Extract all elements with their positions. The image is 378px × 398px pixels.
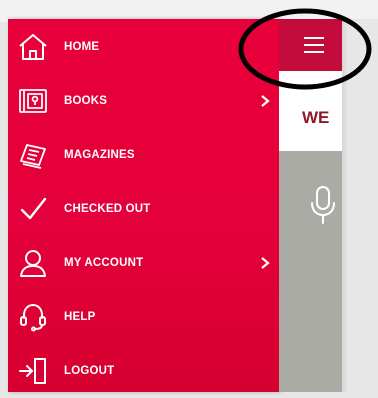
sidebar-item-checked-out[interactable]: CHECKED OUT <box>8 182 279 236</box>
sidebar-item-help[interactable]: HELP <box>8 290 279 344</box>
content-edge-shadow <box>342 19 348 392</box>
sidebar-item-label: MY ACCOUNT <box>64 257 144 269</box>
checkmark-icon <box>16 192 50 226</box>
sidebar-item-logout[interactable]: LOGOUT <box>8 344 279 398</box>
sidebar-item-label: CHECKED OUT <box>64 203 151 215</box>
sidebar-item-magazines[interactable]: MAGAZINES <box>8 128 279 182</box>
sidebar-item-home[interactable]: HOME <box>8 20 279 74</box>
sidebar-item-label: MAGAZINES <box>64 149 135 161</box>
microphone-icon[interactable] <box>309 185 337 225</box>
book-icon <box>16 84 50 118</box>
chevron-right-icon[interactable] <box>259 94 271 108</box>
sidebar-item-books[interactable]: BOOKS <box>8 74 279 128</box>
chevron-right-icon[interactable] <box>259 256 271 270</box>
sidebar-item-my-account[interactable]: MY ACCOUNT <box>8 236 279 290</box>
sidebar-item-label: BOOKS <box>64 95 108 107</box>
headset-icon <box>16 300 50 334</box>
hamburger-menu-button[interactable] <box>279 19 342 71</box>
logout-icon <box>16 354 50 388</box>
home-icon <box>16 30 50 64</box>
user-icon <box>16 246 50 280</box>
sidebar-menu: HOME BOOKS MAGAZINES CHECKED OUT MY ACCO… <box>8 19 279 392</box>
magazine-icon <box>16 138 50 172</box>
welcome-heading: WE <box>302 108 330 127</box>
sidebar-item-label: LOGOUT <box>64 365 115 377</box>
sidebar-item-label: HELP <box>64 311 96 323</box>
sidebar-item-label: HOME <box>64 41 100 53</box>
